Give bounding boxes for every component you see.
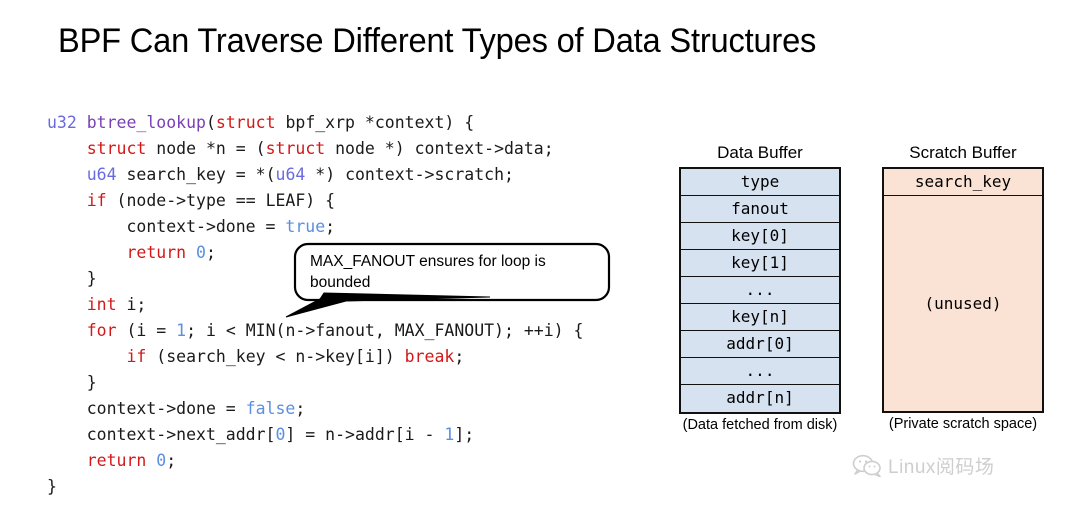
code-line: u64 search_key = *(u64 *) context->scrat… xyxy=(47,162,583,188)
code-token: bpf_xrp *context) { xyxy=(275,113,475,132)
data-buffer-label: Data Buffer xyxy=(717,143,803,162)
code-token: u64 xyxy=(86,165,117,184)
data-buffer-row: key[1] xyxy=(681,250,839,277)
code-token: true xyxy=(285,217,326,236)
code-token: 1 xyxy=(444,425,455,444)
code-line: } xyxy=(47,474,583,500)
scratch-buffer-caption: (Private scratch space) xyxy=(888,416,1038,432)
code-line: u32 btree_lookup(struct bpf_xrp *context… xyxy=(47,110,583,136)
code-token: return xyxy=(86,451,147,470)
code-token: } xyxy=(47,269,97,288)
scratch-buffer: Scratch Buffer search_key (unused) (Priv… xyxy=(868,143,1058,432)
data-buffer-row: fanout xyxy=(681,196,839,223)
code-token: return xyxy=(126,243,187,262)
code-token: btree_lookup xyxy=(86,113,206,132)
code-token: ; xyxy=(166,451,177,470)
code-line: struct node *n = (struct node *) context… xyxy=(47,136,583,162)
watermark-text: Linux阅码场 xyxy=(888,457,995,478)
code-token: struct xyxy=(86,139,147,158)
data-buffer: Data Buffer type fanout key[0] key[1]... key… xyxy=(665,143,855,433)
code-token: break xyxy=(404,347,455,366)
code-token: } xyxy=(47,373,97,392)
code-token: 0 xyxy=(196,243,206,262)
code-token: ]; xyxy=(454,425,475,444)
code-token: for xyxy=(86,321,117,340)
code-line: if (search_key < n->key[i]) break; xyxy=(47,344,583,370)
watermark: Linux阅码场 xyxy=(852,452,994,479)
code-token: int xyxy=(86,295,117,314)
callout-text: MAX_FANOUT ensures for loop is bounded xyxy=(310,253,546,291)
code-token: 1 xyxy=(176,321,187,340)
code-line: for (i = 1; i < MIN(n->fanout, MAX_FANOU… xyxy=(47,318,584,344)
code-token: 0 xyxy=(275,425,286,444)
code-token: (node->type == LEAF) { xyxy=(106,191,336,210)
code-token: ] = n->addr[i - xyxy=(285,425,445,444)
data-buffer-box: type fanout key[0] key[1]... key[n] addr[0]..… xyxy=(679,167,841,414)
code-token: (search_key < n->key[i]) xyxy=(146,347,405,366)
code-token: if xyxy=(126,347,147,366)
data-buffer-row: ... xyxy=(681,358,839,385)
data-buffer-row: addr[n] xyxy=(726,388,794,407)
code-token: i; xyxy=(116,295,147,314)
scratch-buffer-row-unused: (unused) xyxy=(924,294,1002,313)
code-token: ; xyxy=(205,243,216,262)
code-token: ; xyxy=(454,347,465,366)
code-token: false xyxy=(245,399,296,418)
page-title: BPF Can Traverse Different Types of Data… xyxy=(58,22,817,60)
code-line: return 0; xyxy=(47,448,583,474)
code-token: u64 xyxy=(275,165,306,184)
code-token: struct xyxy=(265,139,326,158)
code-token: 0 xyxy=(156,451,167,470)
code-token: struct xyxy=(215,113,276,132)
scratch-buffer-box: search_key (unused) xyxy=(882,167,1044,413)
code-token: node *n = ( xyxy=(146,139,266,158)
code-token: if xyxy=(86,191,107,210)
code-token: ; xyxy=(295,399,306,418)
code-token: context->done = xyxy=(47,217,286,236)
code-token: } xyxy=(47,477,57,496)
code-token: search_key = *( xyxy=(116,165,276,184)
code-token: node *) context->data; xyxy=(325,139,554,158)
code-line: context->next_addr[0] = n->addr[i - 1]; xyxy=(47,422,583,448)
code-token: ; xyxy=(325,217,336,236)
code-line: context->done = true; xyxy=(47,214,583,240)
scratch-buffer-row-search-key: search_key xyxy=(884,169,1042,196)
code-token: (i = xyxy=(116,321,177,340)
code-line: context->done = false; xyxy=(47,396,583,422)
code-line: } xyxy=(47,370,583,396)
data-buffer-row: key[0] xyxy=(681,223,839,250)
scratch-buffer-label: Scratch Buffer xyxy=(909,143,1017,162)
code-line: if (node->type == LEAF) { xyxy=(47,188,583,214)
code-token: u32 xyxy=(47,113,87,132)
callout-bubble: MAX_FANOUT ensures for loop is bounded xyxy=(285,242,611,318)
data-buffer-row: ... xyxy=(681,277,839,304)
code-token: ; i < MIN(n->fanout, MAX_FANOUT); ++i) { xyxy=(186,321,584,340)
data-buffer-row: key[n] xyxy=(681,304,839,331)
data-buffer-caption: (Data fetched from disk) xyxy=(682,417,838,433)
data-buffer-row: type xyxy=(681,169,839,196)
wechat-icon xyxy=(852,454,881,477)
code-token: ( xyxy=(205,113,216,132)
data-buffer-row: addr[0] xyxy=(681,331,839,358)
code-token: *) context->scratch; xyxy=(305,165,514,184)
code-token: context->next_addr[ xyxy=(47,425,276,444)
code-token: context->done = xyxy=(47,399,246,418)
